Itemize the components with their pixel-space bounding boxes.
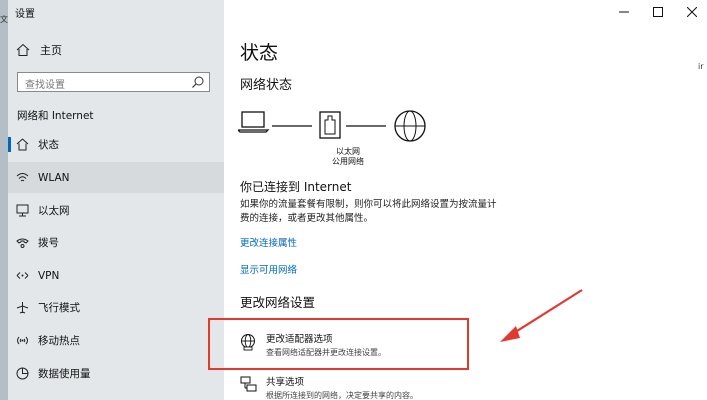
globe-icon bbox=[394, 110, 426, 142]
wifi-icon bbox=[14, 171, 30, 184]
minimize-button[interactable] bbox=[607, 0, 641, 24]
sidebar-item-ethernet[interactable]: 以太网 bbox=[8, 195, 224, 226]
option-description: 根据所连接到的网络，决定要共享的内容。 bbox=[266, 391, 418, 400]
connection-description: 费的连接，或者更改其他属性。 bbox=[240, 213, 374, 224]
vpn-icon bbox=[14, 269, 30, 282]
sidebar-item-label: 飞行模式 bbox=[38, 302, 80, 314]
sidebar-item-label: 拨号 bbox=[38, 237, 59, 249]
sidebar-section-title: 网络和 Internet bbox=[17, 110, 94, 122]
background-text: 文 bbox=[0, 15, 8, 24]
sidebar-item-label: VPN bbox=[38, 269, 60, 282]
annotation-highlight-box bbox=[208, 318, 469, 370]
computer-icon bbox=[238, 111, 270, 133]
dialup-icon bbox=[14, 236, 30, 249]
option-title: 共享选项 bbox=[266, 377, 305, 388]
home-icon bbox=[16, 43, 30, 56]
airplane-icon bbox=[14, 301, 30, 314]
sidebar-item-label: 以太网 bbox=[38, 205, 70, 217]
search-icon bbox=[192, 76, 204, 88]
background-text: ir bbox=[698, 62, 704, 71]
hotspot-icon bbox=[14, 334, 30, 347]
network-diagram bbox=[238, 110, 426, 142]
close-icon bbox=[687, 7, 697, 17]
settings-window: 设置 主页 查找设置 网络和 Internet 状态 WLAN 以太网 拨号 V… bbox=[8, 0, 707, 400]
sidebar-item-vpn[interactable]: VPN bbox=[8, 260, 224, 291]
sharing-icon bbox=[240, 376, 257, 392]
sidebar-item-status[interactable]: 状态 bbox=[8, 129, 224, 160]
connection-description: 如果你的流量套餐有限制，则你可以将此网络设置为按流量计 bbox=[240, 199, 497, 210]
maximize-button[interactable] bbox=[641, 0, 675, 24]
minimize-icon bbox=[619, 11, 629, 13]
network-status-heading: 网络状态 bbox=[240, 78, 293, 93]
maximize-icon bbox=[653, 7, 663, 17]
sidebar: 主页 查找设置 网络和 Internet 状态 WLAN 以太网 拨号 VPN bbox=[8, 24, 224, 400]
ethernet-icon bbox=[14, 204, 30, 217]
sidebar-home-label: 主页 bbox=[40, 44, 62, 57]
ethernet-port-icon bbox=[319, 111, 341, 139]
data-usage-icon bbox=[14, 367, 30, 380]
page-title: 状态 bbox=[240, 42, 279, 64]
change-connection-properties-link[interactable]: 更改连接属性 bbox=[240, 235, 297, 249]
window-title: 设置 bbox=[15, 9, 35, 20]
sidebar-item-airplane[interactable]: 飞行模式 bbox=[8, 292, 224, 323]
search-input[interactable]: 查找设置 bbox=[17, 72, 210, 92]
sidebar-item-hotspot[interactable]: 移动热点 bbox=[8, 325, 224, 356]
sidebar-home[interactable]: 主页 bbox=[16, 42, 62, 58]
search-placeholder: 查找设置 bbox=[25, 80, 65, 91]
sidebar-item-data-usage[interactable]: 数据使用量 bbox=[8, 358, 224, 389]
sidebar-item-dialup[interactable]: 拨号 bbox=[8, 227, 224, 258]
home-network-icon bbox=[14, 138, 30, 151]
sidebar-item-label: 状态 bbox=[38, 139, 59, 151]
sidebar-item-label: 数据使用量 bbox=[38, 368, 91, 380]
sidebar-item-label: 移动热点 bbox=[38, 335, 80, 347]
connection-status-title: 你已连接到 Internet bbox=[240, 180, 352, 194]
change-network-settings-heading: 更改网络设置 bbox=[240, 295, 316, 310]
close-button[interactable] bbox=[675, 0, 707, 24]
sidebar-item-wlan[interactable]: WLAN bbox=[8, 162, 224, 193]
network-profile-label: 公用网络 bbox=[332, 157, 364, 166]
show-available-networks-link[interactable]: 显示可用网络 bbox=[240, 262, 297, 276]
sidebar-item-label: WLAN bbox=[38, 171, 70, 184]
sharing-options-item[interactable]: 共享选项 根据所连接到的网络，决定要共享的内容。 bbox=[240, 374, 418, 400]
annotation-arrow-icon bbox=[500, 289, 583, 342]
title-bar[interactable]: 设置 bbox=[8, 0, 707, 24]
background-window: 文 bbox=[0, 0, 8, 400]
